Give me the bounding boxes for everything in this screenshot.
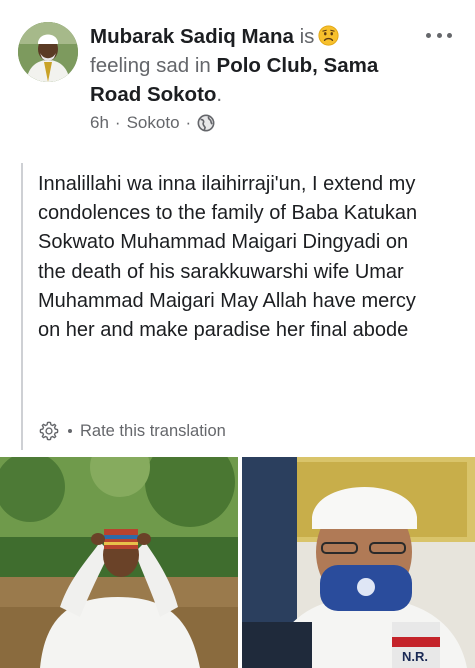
post-body: Innalillahi wa inna ilaihirraji'un, I ex… xyxy=(38,173,418,342)
post-photo-right[interactable]: N.R. xyxy=(242,457,475,668)
globe-icon[interactable] xyxy=(197,114,215,132)
quote-bar xyxy=(21,163,23,450)
author-name[interactable]: Mubarak Sadiq Mana xyxy=(90,25,294,48)
translation-dot xyxy=(68,429,72,433)
gear-icon[interactable] xyxy=(38,420,60,442)
is-text: is xyxy=(299,25,315,48)
author-avatar[interactable] xyxy=(18,22,78,82)
translation-row[interactable]: Rate this translation xyxy=(38,420,226,442)
photo-caption: N.R. xyxy=(402,649,428,664)
post-header: Mubarak Sadiq Mana is feeling sad in Pol… xyxy=(0,0,475,150)
headline-period: . xyxy=(216,83,223,106)
more-options-icon[interactable] xyxy=(422,24,456,46)
post-time[interactable]: 6h xyxy=(90,113,109,133)
feeling-text: feeling sad in xyxy=(90,54,211,77)
sad-face-emoji-icon xyxy=(318,25,339,46)
post-location: Sokoto xyxy=(126,113,180,132)
meta-separator-2: · xyxy=(185,113,192,132)
post-meta: 6h · Sokoto · xyxy=(90,113,215,133)
meta-separator: · xyxy=(114,113,121,132)
post-headline: Mubarak Sadiq Mana is feeling sad in Pol… xyxy=(90,22,410,109)
rate-translation-link[interactable]: Rate this translation xyxy=(80,422,226,441)
post-photo-left[interactable] xyxy=(0,457,238,668)
